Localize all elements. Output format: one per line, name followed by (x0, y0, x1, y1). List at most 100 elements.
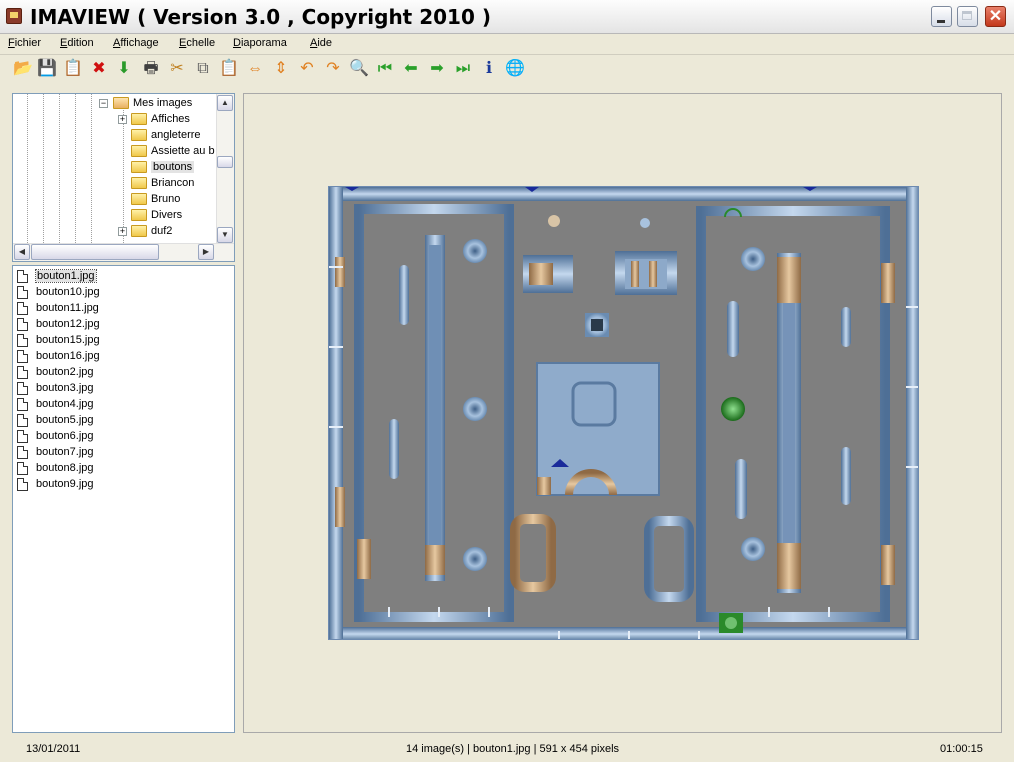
zoom-button[interactable]: 🔍 (348, 58, 370, 80)
menu-edition[interactable]: Edition (60, 37, 94, 49)
last-image-button[interactable]: ⏭ (452, 58, 474, 80)
menu-fichier[interactable]: Fichier (8, 37, 41, 49)
scroll-up-button[interactable]: ▲ (217, 95, 233, 111)
file-name: bouton1.jpg (35, 269, 97, 283)
tree-guide (91, 94, 92, 245)
paste-button[interactable]: 📋 (218, 58, 240, 80)
scroll-left-button[interactable]: ◀ (14, 244, 30, 260)
folder-icon (131, 177, 147, 189)
tree-item-label: Assiette au b (151, 145, 215, 157)
first-image-button[interactable]: ⏮ (374, 58, 396, 80)
tree-item-mes-images[interactable]: Mes images (113, 95, 192, 111)
web-button[interactable]: 🌐 (504, 58, 526, 80)
scroll-down-button[interactable]: ▼ (217, 227, 233, 243)
tree-item[interactable]: Affiches (131, 111, 190, 127)
file-icon (17, 461, 28, 475)
tree-horizontal-scrollbar[interactable]: ◀ ▶ (13, 243, 234, 261)
next-image-button[interactable]: ➡ (426, 58, 448, 80)
tree-item[interactable]: Assiette au b (131, 143, 215, 159)
file-list-item[interactable]: bouton10.jpg (17, 284, 100, 300)
file-icon (17, 429, 28, 443)
folder-tree[interactable]: − Mes images + Affiches angleterre Assiette… (12, 93, 235, 262)
file-list-item[interactable]: bouton15.jpg (17, 332, 100, 348)
open-button[interactable]: 📂 (12, 58, 34, 80)
file-list-item[interactable]: bouton11.jpg (17, 300, 99, 316)
scroll-right-button[interactable]: ▶ (198, 244, 214, 260)
tree-item[interactable]: Bruno (131, 191, 180, 207)
close-button[interactable]: ✕ (985, 6, 1006, 27)
download-button[interactable]: ⬇ (113, 58, 135, 80)
tree-item[interactable]: duf2 (131, 223, 172, 239)
file-list-item[interactable]: bouton3.jpg (17, 380, 94, 396)
window-title: IMAVIEW ( Version 3.0 , Copyright 2010 ) (30, 5, 491, 29)
collapse-toggle[interactable]: − (99, 99, 108, 108)
file-icon (17, 349, 28, 363)
rotate-left-button[interactable]: ↶ (296, 58, 318, 80)
file-icon (17, 365, 28, 379)
file-list[interactable]: bouton1.jpg bouton10.jpg bouton11.jpg bouto… (12, 265, 235, 733)
web-icon: 🌐 (505, 60, 525, 77)
last-image-icon: ⏭ (455, 60, 471, 77)
app-icon[interactable] (6, 8, 22, 24)
file-list-item[interactable]: bouton8.jpg (17, 460, 94, 476)
folder-icon (131, 225, 147, 237)
copy-icon: ⧉ (197, 60, 209, 77)
file-list-item[interactable]: bouton1.jpg (17, 268, 97, 284)
print-button[interactable]: 🖶 (140, 58, 162, 80)
menu-aide[interactable]: Aide (310, 37, 332, 49)
info-button[interactable]: ℹ (478, 58, 500, 80)
tree-guide (75, 94, 76, 245)
image-viewer[interactable] (243, 93, 1002, 733)
previous-image-button[interactable]: ⬅ (400, 58, 422, 80)
maximize-button[interactable] (957, 6, 978, 27)
flip-horizontal-button[interactable]: ⇔ (244, 58, 266, 80)
print-icon: 🖶 (143, 60, 159, 77)
save-icon: 💾 (37, 60, 57, 77)
file-list-item[interactable]: bouton9.jpg (17, 476, 94, 492)
file-list-item[interactable]: bouton2.jpg (17, 364, 94, 380)
file-list-item[interactable]: bouton12.jpg (17, 316, 100, 332)
scroll-thumb[interactable] (31, 244, 159, 260)
save-button[interactable]: 💾 (36, 58, 58, 80)
file-list-item[interactable]: bouton4.jpg (17, 396, 94, 412)
expand-toggle[interactable]: + (118, 115, 127, 124)
scroll-thumb[interactable] (217, 156, 233, 168)
file-list-item[interactable]: bouton7.jpg (17, 444, 94, 460)
tree-item[interactable]: angleterre (131, 127, 201, 143)
file-name: bouton10.jpg (36, 286, 100, 298)
file-list-item[interactable]: bouton16.jpg (17, 348, 100, 364)
status-date: 13/01/2011 (26, 743, 81, 755)
tree-guide (43, 94, 44, 245)
flip-vertical-button[interactable]: ⇕ (270, 58, 292, 80)
delete-button[interactable]: ✖ (88, 58, 110, 80)
info-icon: ℹ (485, 60, 493, 77)
tree-item[interactable]: boutons (131, 159, 195, 175)
tree-item-label: Divers (151, 209, 183, 221)
minimize-button[interactable] (931, 6, 952, 27)
copy-button[interactable]: ⧉ (192, 58, 214, 80)
menu-echelle[interactable]: Echelle (179, 37, 215, 49)
file-name: bouton5.jpg (36, 414, 94, 426)
first-image-icon: ⏮ (377, 60, 393, 77)
tree-item[interactable]: Divers (131, 207, 182, 223)
cut-button[interactable]: ✂ (166, 58, 188, 80)
next-image-icon: ➡ (430, 60, 444, 77)
zoom-icon: 🔍 (349, 60, 369, 77)
delete-icon: ✖ (92, 60, 106, 77)
rotate-right-button[interactable]: ↷ (322, 58, 344, 80)
menu-affichage[interactable]: Affichage (113, 37, 159, 49)
file-list-item[interactable]: bouton6.jpg (17, 428, 94, 444)
file-list-item[interactable]: bouton5.jpg (17, 412, 94, 428)
expand-toggle[interactable]: + (118, 227, 127, 236)
file-name: bouton11.jpg (36, 302, 99, 314)
file-icon (17, 381, 28, 395)
properties-button[interactable]: 📋 (62, 58, 84, 80)
tree-vertical-scrollbar[interactable]: ▲ ▼ (216, 94, 234, 245)
menu-diaporama[interactable]: Diaporama (233, 37, 287, 49)
status-time: 01:00:15 (940, 743, 983, 755)
tree-item[interactable]: Briancon (131, 175, 194, 191)
rotate-left-icon: ↶ (300, 60, 314, 77)
file-name: bouton15.jpg (36, 334, 100, 346)
cut-icon: ✂ (170, 60, 184, 77)
file-name: bouton9.jpg (36, 478, 94, 490)
